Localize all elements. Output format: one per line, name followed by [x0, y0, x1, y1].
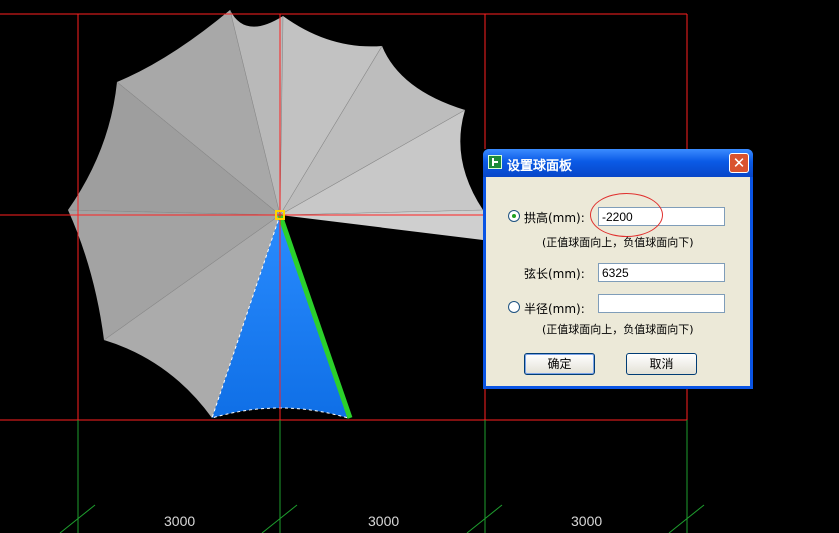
dimension-label: 3000 — [164, 513, 196, 529]
set-sphere-panel-dialog: 设置球面板 ✕ 拱高(mm): (正值球面向上，负值球面向下) 弦长(mm): … — [483, 149, 753, 389]
dimension-label: 3000 — [368, 513, 400, 529]
close-icon: ✕ — [732, 154, 746, 172]
dialog-body: 拱高(mm): (正值球面向上，负值球面向下) 弦长(mm): 半径(mm): … — [486, 177, 750, 386]
radius-note: (正值球面向上，负值球面向下) — [542, 323, 694, 336]
close-button[interactable]: ✕ — [729, 153, 749, 173]
arch-height-label: 拱高(mm): — [524, 211, 585, 225]
arch-height-radio[interactable] — [508, 210, 520, 222]
arch-height-note: (正值球面向上，负值球面向下) — [542, 236, 694, 249]
dialog-title: 设置球面板 — [507, 159, 573, 174]
cancel-button[interactable]: 取消 — [626, 353, 697, 375]
radius-label: 半径(mm): — [524, 302, 585, 316]
chord-input[interactable] — [598, 263, 725, 282]
highlight-ellipse — [590, 193, 663, 237]
app-icon — [488, 155, 502, 169]
radius-input[interactable] — [598, 294, 725, 313]
dialog-titlebar[interactable]: 设置球面板 ✕ — [483, 149, 753, 177]
radius-radio[interactable] — [508, 301, 520, 313]
dimension-label: 3000 — [571, 513, 603, 529]
chord-label: 弦长(mm): — [524, 267, 585, 281]
ok-button[interactable]: 确定 — [524, 353, 595, 375]
